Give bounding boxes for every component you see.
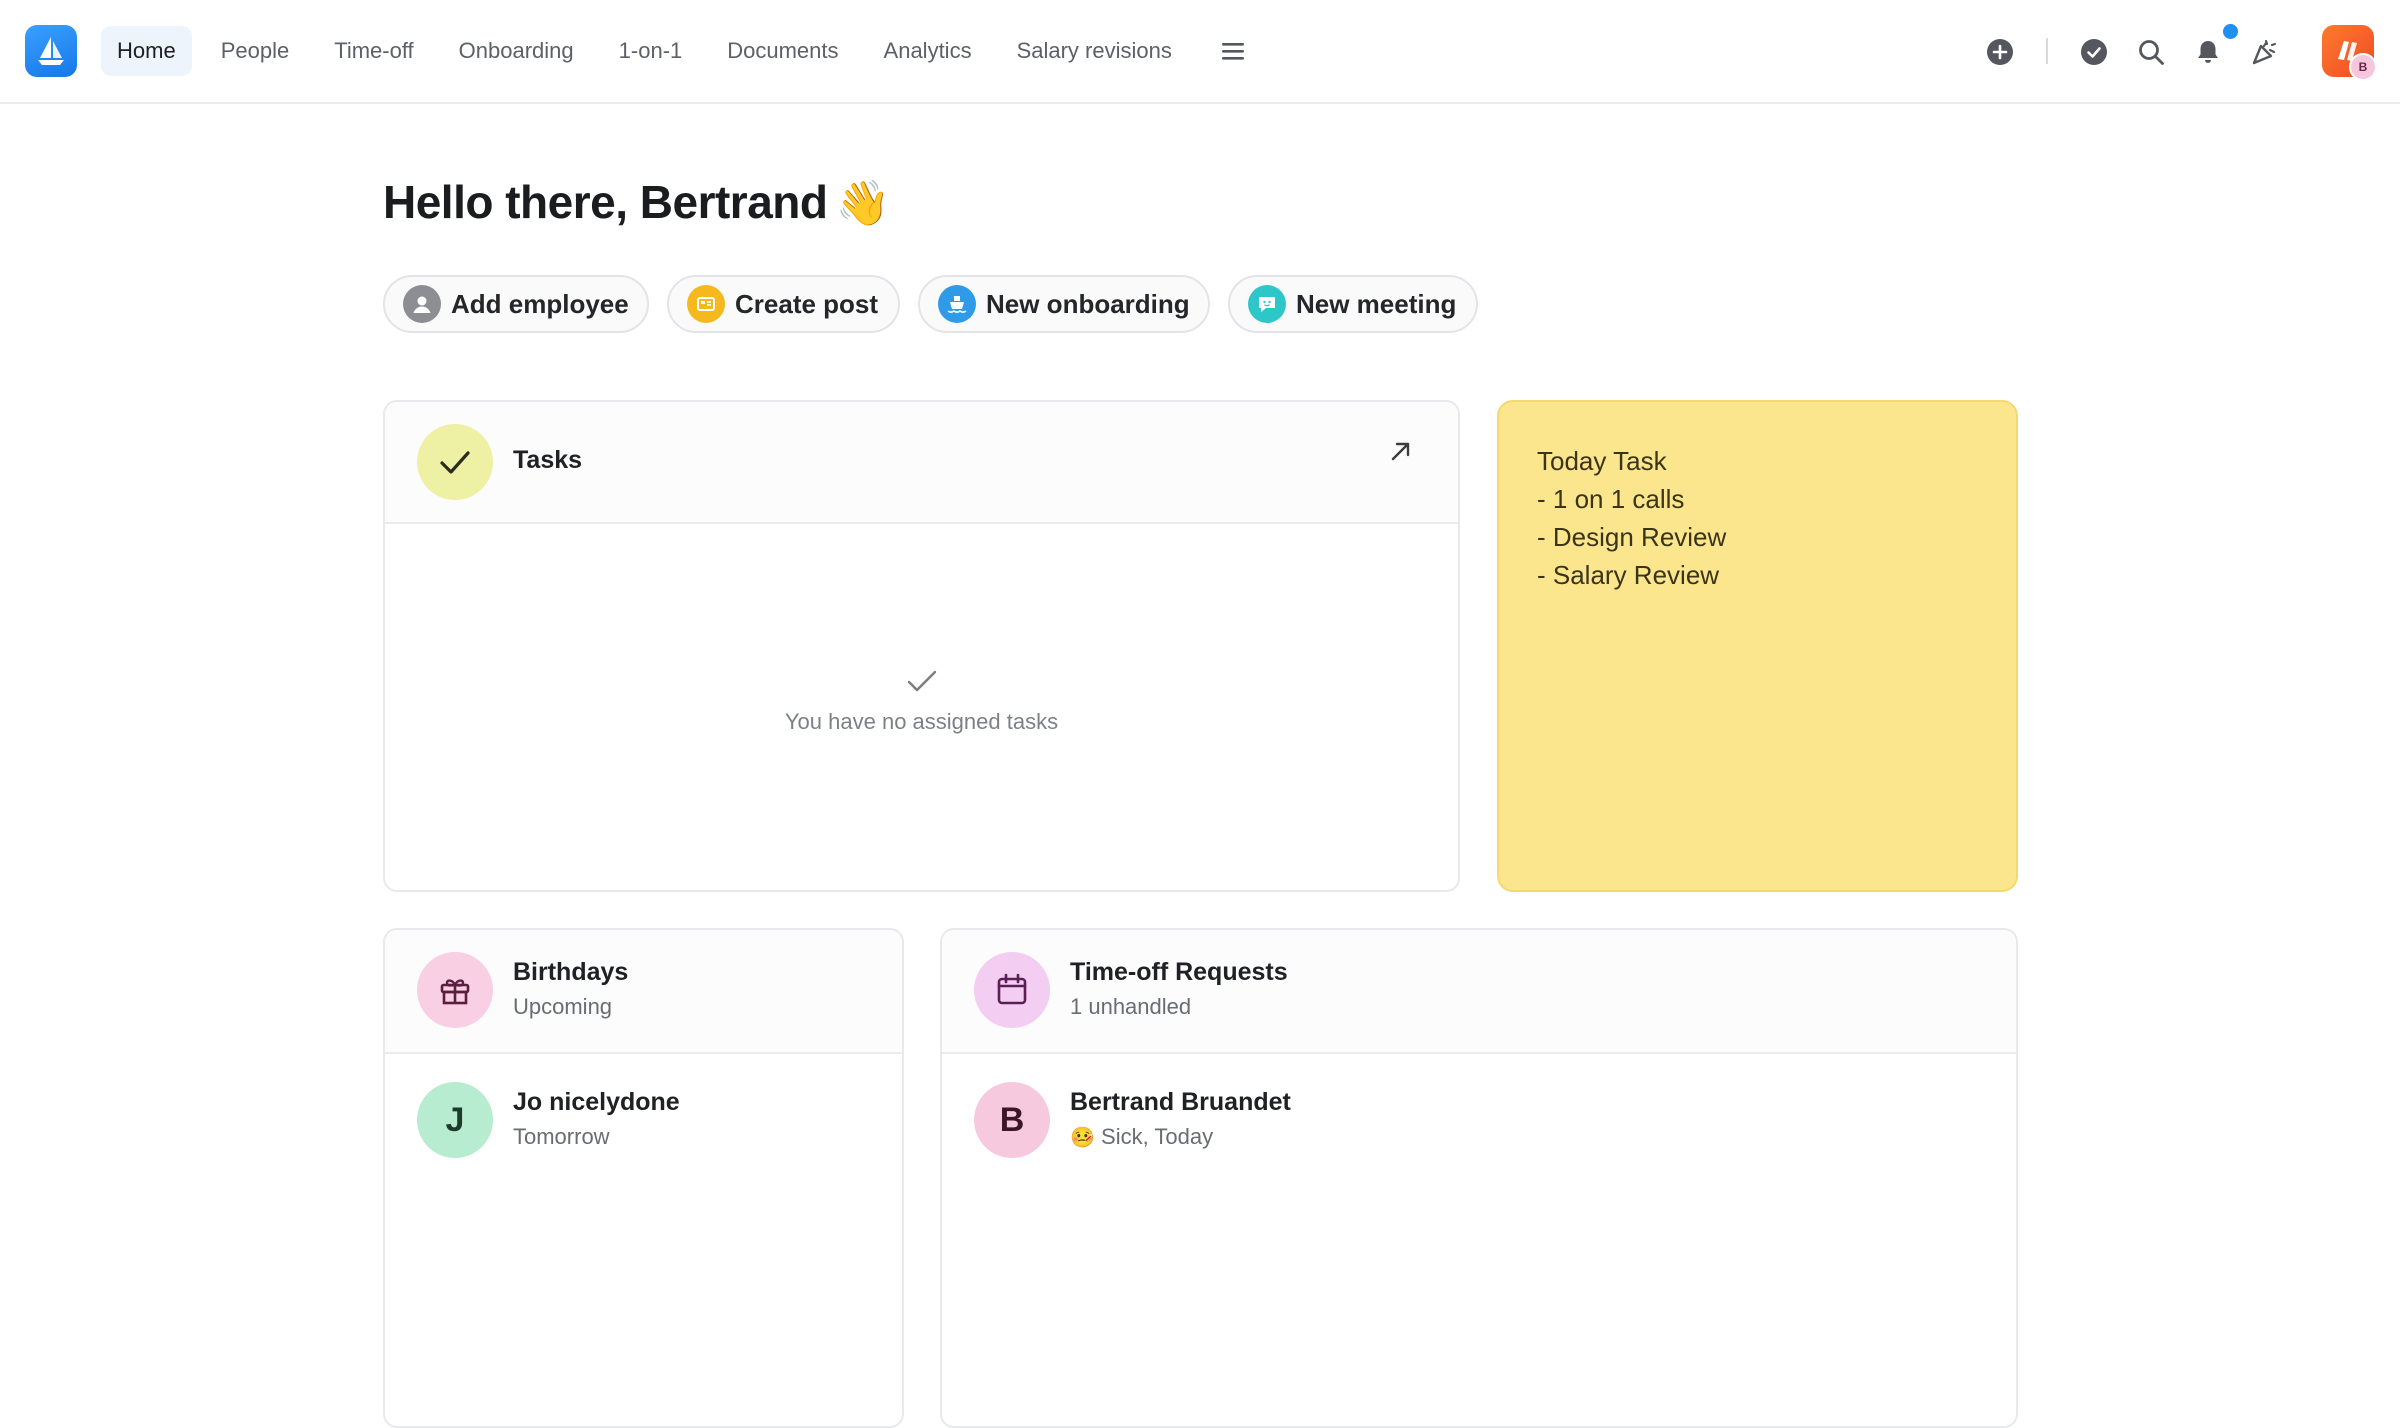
new-meeting-button[interactable]: New meeting xyxy=(1228,275,1478,333)
post-icon xyxy=(687,285,725,323)
user-avatar[interactable]: B xyxy=(2349,53,2377,81)
sailboat-icon xyxy=(38,37,64,65)
add-employee-button[interactable]: Add employee xyxy=(383,275,649,333)
new-onboarding-label: New onboarding xyxy=(986,288,1190,319)
nav-item-salary-revisions[interactable]: Salary revisions xyxy=(1001,26,1188,76)
create-post-button[interactable]: Create post xyxy=(667,275,900,333)
time-off-person-name: Bertrand Bruandet xyxy=(1070,1088,1291,1116)
waving-hand-emoji: 👋 xyxy=(835,179,891,228)
birthdays-title: Birthdays xyxy=(513,958,629,986)
tasks-empty-text: You have no assigned tasks xyxy=(784,709,1059,734)
toolbar-divider xyxy=(2046,38,2048,64)
avatar: B xyxy=(974,1082,1050,1158)
tasks-title: Tasks xyxy=(513,446,583,474)
time-off-card-header: Time-off Requests 1 unhandled xyxy=(942,930,2016,1054)
birthdays-card: Birthdays Upcoming J Jo nicelydone Tomor… xyxy=(383,928,904,1428)
avatar: J xyxy=(417,1082,493,1158)
open-external-arrow-icon[interactable] xyxy=(1386,436,1416,466)
sticky-note-line: - Design Review xyxy=(1537,522,1727,552)
nav-item-documents[interactable]: Documents xyxy=(711,26,854,76)
birthdays-subtitle: Upcoming xyxy=(513,994,613,1019)
check-circle-icon[interactable] xyxy=(2079,37,2109,67)
time-off-reason: Sick, Today xyxy=(1101,1124,1214,1149)
chat-face-icon xyxy=(1248,285,1286,323)
empty-check-icon xyxy=(907,670,936,692)
new-meeting-label: New meeting xyxy=(1296,288,1457,319)
notification-badge xyxy=(2221,22,2240,41)
time-off-subtitle: 1 unhandled xyxy=(1070,994,1192,1019)
greeting-text: Hello there, Bertrand xyxy=(383,176,828,228)
nav-item-time-off[interactable]: Time-off xyxy=(318,26,429,76)
add-employee-label: Add employee xyxy=(451,288,629,319)
sticky-note-line: Today Task xyxy=(1537,446,1667,476)
bell-icon[interactable] xyxy=(2193,37,2223,67)
new-onboarding-button[interactable]: New onboarding xyxy=(918,275,1210,333)
nav-item-analytics[interactable]: Analytics xyxy=(868,26,988,76)
birthdays-card-header: Birthdays Upcoming xyxy=(385,930,902,1054)
nav-item-home[interactable]: Home xyxy=(101,26,192,76)
sick-face-emoji: 🤒 xyxy=(1070,1127,1095,1149)
sticky-note-line: - 1 on 1 calls xyxy=(1537,484,1685,514)
time-off-detail: 🤒 Sick, Today xyxy=(1070,1124,1213,1150)
nav-item-onboarding[interactable]: Onboarding xyxy=(443,26,590,76)
sticky-note[interactable]: Today Task - 1 on 1 calls - Design Revie… xyxy=(1497,400,2018,892)
app-logo[interactable] xyxy=(25,25,77,77)
tasks-card-header: Tasks xyxy=(385,402,1458,524)
nav-item-people[interactable]: People xyxy=(205,26,306,76)
create-post-label: Create post xyxy=(735,288,879,319)
time-off-requests-card: Time-off Requests 1 unhandled B Bertrand… xyxy=(940,928,2018,1428)
ship-icon xyxy=(938,285,976,323)
sticky-note-line: - Salary Review xyxy=(1537,560,1720,590)
list-item[interactable]: B Bertrand Bruandet 🤒 Sick, Today xyxy=(942,1052,2016,1184)
main-nav: Home People Time-off Onboarding 1-on-1 D… xyxy=(101,25,1255,77)
list-item[interactable]: J Jo nicelydone Tomorrow xyxy=(385,1052,902,1184)
calendar-icon xyxy=(974,952,1050,1028)
more-menu-icon[interactable] xyxy=(1211,29,1255,73)
gift-icon xyxy=(417,952,493,1028)
nav-item-one-on-one[interactable]: 1-on-1 xyxy=(603,26,699,76)
checkmark-icon xyxy=(417,424,493,500)
celebration-icon[interactable] xyxy=(2250,37,2280,67)
add-icon[interactable] xyxy=(1985,37,2015,67)
top-navigation-bar: Home People Time-off Onboarding 1-on-1 D… xyxy=(0,0,2400,104)
search-icon[interactable] xyxy=(2136,37,2166,67)
page-greeting: Hello there, Bertrand 👋 xyxy=(383,175,890,229)
person-icon xyxy=(403,285,441,323)
time-off-title: Time-off Requests xyxy=(1070,958,1288,986)
tasks-empty-state: You have no assigned tasks xyxy=(385,664,1458,735)
birthday-date: Tomorrow xyxy=(513,1124,610,1149)
birthday-person-name: Jo nicelydone xyxy=(513,1088,680,1116)
tasks-card: Tasks You have no assigned tasks xyxy=(383,400,1460,892)
